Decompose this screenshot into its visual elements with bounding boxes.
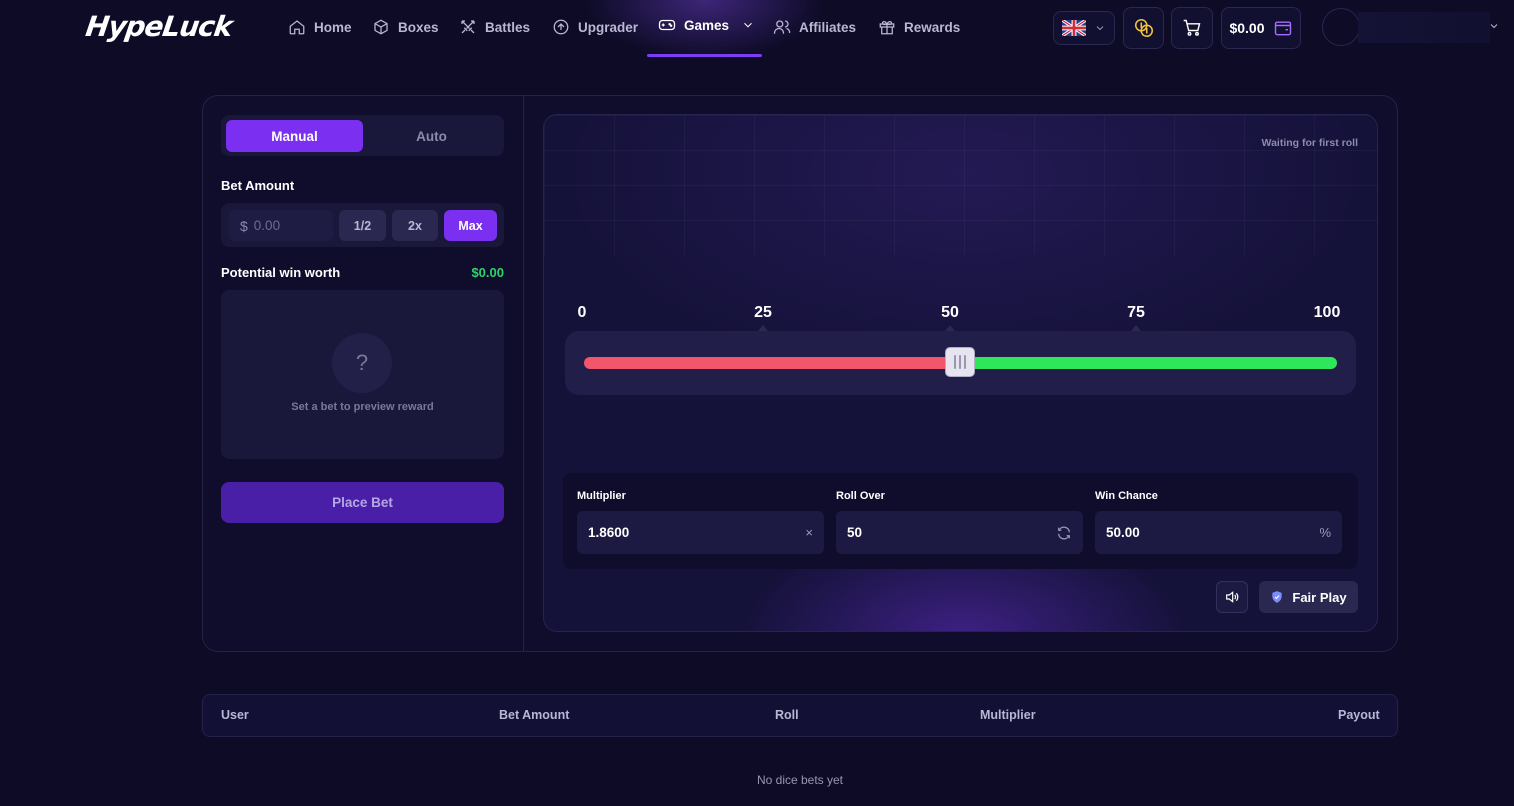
box-icon [374, 19, 388, 35]
max-bet-button[interactable]: Max [444, 210, 497, 241]
wallet-icon [1274, 21, 1291, 36]
multiplier-x-icon: × [805, 525, 813, 540]
multiplier-input[interactable] [588, 525, 768, 540]
percent-icon: % [1319, 525, 1331, 540]
nav-link-label: Games [684, 17, 730, 33]
nav-link-label: Home [314, 19, 352, 35]
place-bet-button[interactable]: Place Bet [221, 482, 504, 523]
half-bet-button[interactable]: 1/2 [339, 210, 386, 241]
column-roll: Roll [775, 708, 799, 722]
chevron-down-icon[interactable] [1488, 20, 1500, 32]
nav-link-games[interactable]: Games [658, 14, 755, 36]
tab-manual[interactable]: Manual [226, 120, 363, 152]
chevron-down-icon [1096, 26, 1104, 31]
nav-link-label: Battles [485, 19, 531, 35]
handle-grip [964, 355, 966, 369]
swap-roll-button[interactable] [1056, 525, 1072, 541]
uk-flag-icon [1062, 20, 1086, 36]
nav-link-label: Boxes [398, 19, 439, 35]
roll-status: Waiting for first roll [1261, 137, 1358, 149]
speaker-icon [1226, 591, 1239, 603]
reward-preview-text: Set a bet to preview reward [291, 401, 434, 413]
nav-link-label: Affiliates [799, 19, 857, 35]
multiplier-field: × [577, 511, 824, 554]
slider-tick-label: 50 [941, 304, 959, 321]
bet-mode-tabs: Manual Auto [221, 115, 504, 156]
slider-tick-label: 100 [1313, 304, 1341, 321]
bets-empty-text: No dice bets yet [756, 773, 844, 787]
bet-amount-field: $ [229, 210, 333, 241]
bet-amount-input[interactable] [253, 218, 324, 233]
slider-lose-range [584, 357, 960, 369]
potential-win-label: Potential win worth [221, 265, 341, 280]
wallet-balance: $0.00 [1229, 20, 1265, 36]
slider-tick-label: 0 [577, 304, 587, 321]
language-selector[interactable] [1053, 11, 1115, 45]
user-avatar[interactable] [1322, 8, 1360, 46]
cart-button[interactable] [1171, 7, 1213, 49]
nav-link-label: Rewards [904, 19, 961, 35]
tab-auto[interactable]: Auto [363, 120, 500, 152]
handle-grip [954, 355, 956, 369]
roll-over-input[interactable] [847, 525, 1027, 540]
slider-tick-label: 75 [1127, 304, 1145, 321]
nav-link-upgrader[interactable]: Upgrader [552, 16, 638, 38]
gift-icon [879, 21, 895, 35]
top-navbar: HypeLuck Home Boxes Battles Upgrader Gam… [0, 0, 1514, 57]
fair-play-label: Fair Play [1292, 589, 1347, 605]
swords-icon [461, 20, 475, 34]
currency-symbol: $ [240, 217, 248, 234]
win-chance-label: Win Chance [1095, 490, 1158, 502]
nav-link-label: Upgrader [578, 19, 639, 35]
dice-slider-handle[interactable] [945, 347, 975, 377]
slider-win-range [960, 357, 1337, 369]
refresh-icon [1058, 526, 1070, 539]
column-multiplier: Multiplier [980, 708, 1036, 722]
users-icon [773, 20, 791, 34]
active-nav-indicator [647, 54, 762, 57]
site-logo[interactable]: HypeLuck [84, 10, 234, 43]
multiplier-label: Multiplier [577, 490, 626, 502]
nav-link-rewards[interactable]: Rewards [878, 16, 960, 38]
panel-divider [523, 96, 524, 651]
arrow-up-circle-icon [553, 19, 569, 35]
fair-play-button[interactable]: Fair Play [1259, 581, 1358, 613]
grid-background [544, 115, 1377, 255]
bet-amount-label: Bet Amount [221, 178, 295, 193]
gamepad-icon [658, 19, 676, 31]
nav-link-battles[interactable]: Battles [459, 16, 530, 38]
double-bet-button[interactable]: 2x [392, 210, 438, 241]
bet-amount-row: $ 1/2 2x Max [221, 203, 504, 247]
shield-check-icon [1272, 591, 1283, 603]
question-icon: ? [332, 333, 392, 393]
win-chance-field: % [1095, 511, 1342, 554]
column-payout: Payout [1338, 708, 1380, 722]
reward-preview: ? Set a bet to preview reward [221, 290, 504, 459]
home-icon [289, 20, 305, 35]
win-chance-input[interactable] [1106, 525, 1286, 540]
coins-icon [1134, 18, 1153, 38]
bets-table-header [202, 694, 1398, 737]
wallet-balance-button[interactable]: $0.00 [1221, 7, 1301, 49]
slider-tick-label: 25 [754, 304, 772, 321]
roll-over-label: Roll Over [836, 490, 885, 502]
column-user: User [221, 708, 249, 722]
chevron-down-icon [744, 22, 752, 28]
roll-over-field [836, 511, 1083, 554]
cart-icon [1183, 19, 1201, 36]
handle-grip [959, 355, 961, 369]
column-bet-amount: Bet Amount [499, 708, 570, 722]
nav-link-boxes[interactable]: Boxes [372, 16, 439, 38]
potential-win-value: $0.00 [471, 265, 504, 280]
sound-toggle-button[interactable] [1216, 581, 1248, 613]
user-menu[interactable] [1358, 12, 1490, 43]
coins-button[interactable] [1123, 7, 1164, 49]
nav-link-home[interactable]: Home [288, 16, 352, 38]
nav-link-affiliates[interactable]: Affiliates [773, 16, 856, 38]
